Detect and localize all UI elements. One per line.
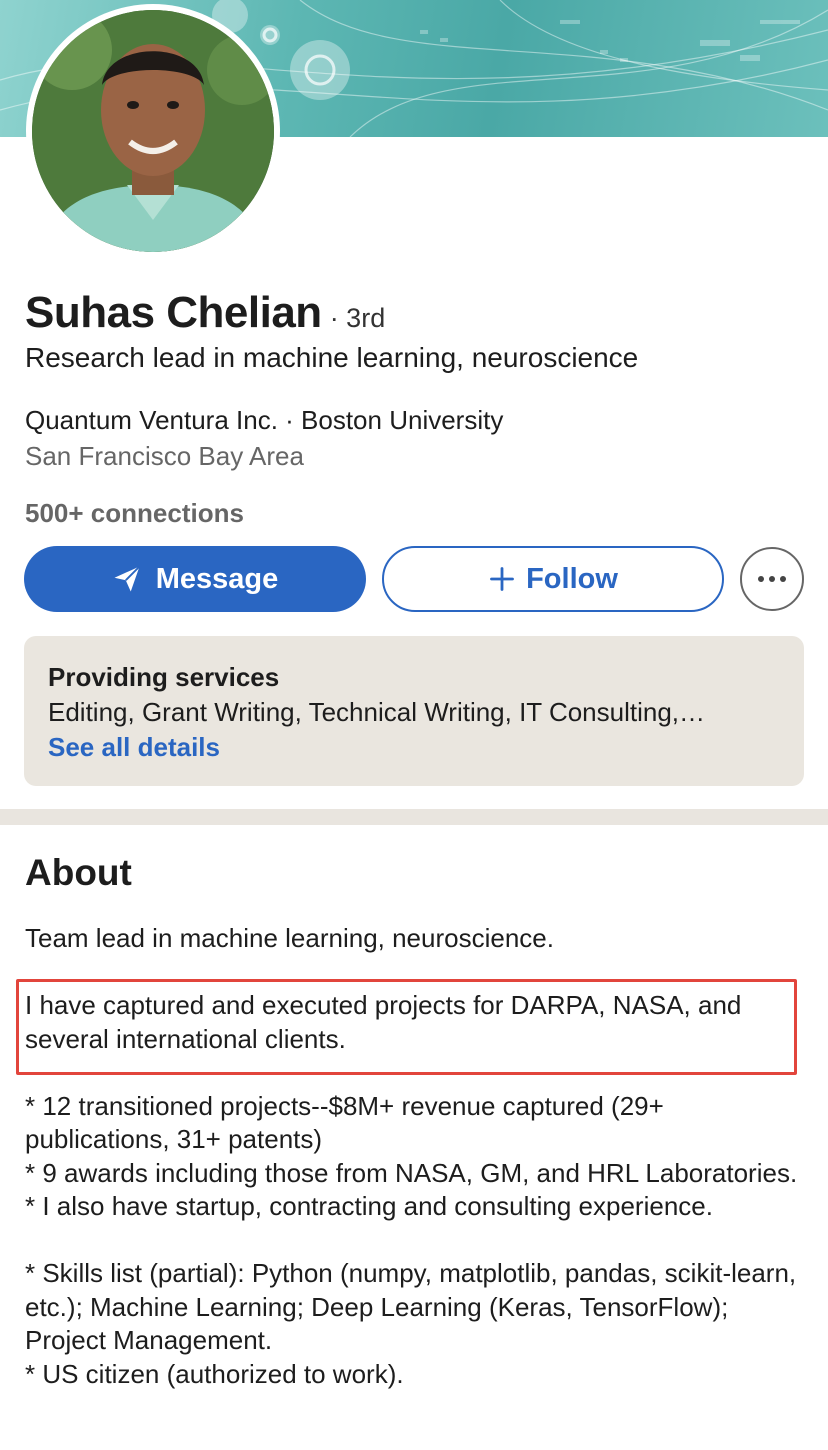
see-all-details-link[interactable]: See all details	[48, 732, 780, 763]
profile-company[interactable]: Quantum Ventura Inc. · Boston University	[25, 405, 503, 436]
highlight-box	[16, 979, 797, 1075]
section-divider	[0, 809, 828, 825]
connection-degree: · 3rd	[329, 303, 386, 333]
services-title: Providing services	[48, 662, 280, 692]
name-row: Suhas Chelian · 3rd	[25, 288, 385, 338]
profile-avatar[interactable]	[26, 4, 280, 258]
message-label: Message	[155, 562, 279, 595]
profile-headline: Research lead in machine learning, neuro…	[25, 342, 639, 373]
about-heading: About	[25, 852, 132, 893]
about-paragraph: Team lead in machine learning, neuroscie…	[25, 923, 554, 953]
more-horizontal-icon	[758, 576, 786, 582]
services-list: Editing, Grant Writing, Technical Writin…	[48, 697, 706, 727]
more-options-button[interactable]	[740, 547, 804, 611]
message-button[interactable]: Message	[24, 546, 366, 612]
about-bullet: * Skills list (partial): Python (numpy, …	[25, 1258, 797, 1355]
person-portrait	[32, 10, 274, 252]
follow-label: Follow	[526, 562, 618, 595]
profile-name: Suhas Chelian	[25, 288, 322, 337]
avatar-photo	[32, 10, 274, 252]
about-bullet: * US citizen (authorized to work).	[25, 1358, 404, 1389]
services-card[interactable]: Providing services Editing, Grant Writin…	[24, 636, 804, 786]
send-icon	[114, 565, 140, 592]
about-bullet: * I also have startup, contracting and c…	[25, 1191, 713, 1221]
profile-location: San Francisco Bay Area	[25, 441, 304, 471]
follow-button[interactable]: Follow	[382, 546, 724, 612]
connections-count[interactable]: 500+ connections	[25, 498, 244, 529]
about-bullet: * 9 awards including those from NASA, GM…	[25, 1157, 798, 1188]
plus-icon	[490, 567, 514, 591]
about-bullet: * 12 transitioned projects--$8M+ revenue…	[25, 1090, 664, 1155]
